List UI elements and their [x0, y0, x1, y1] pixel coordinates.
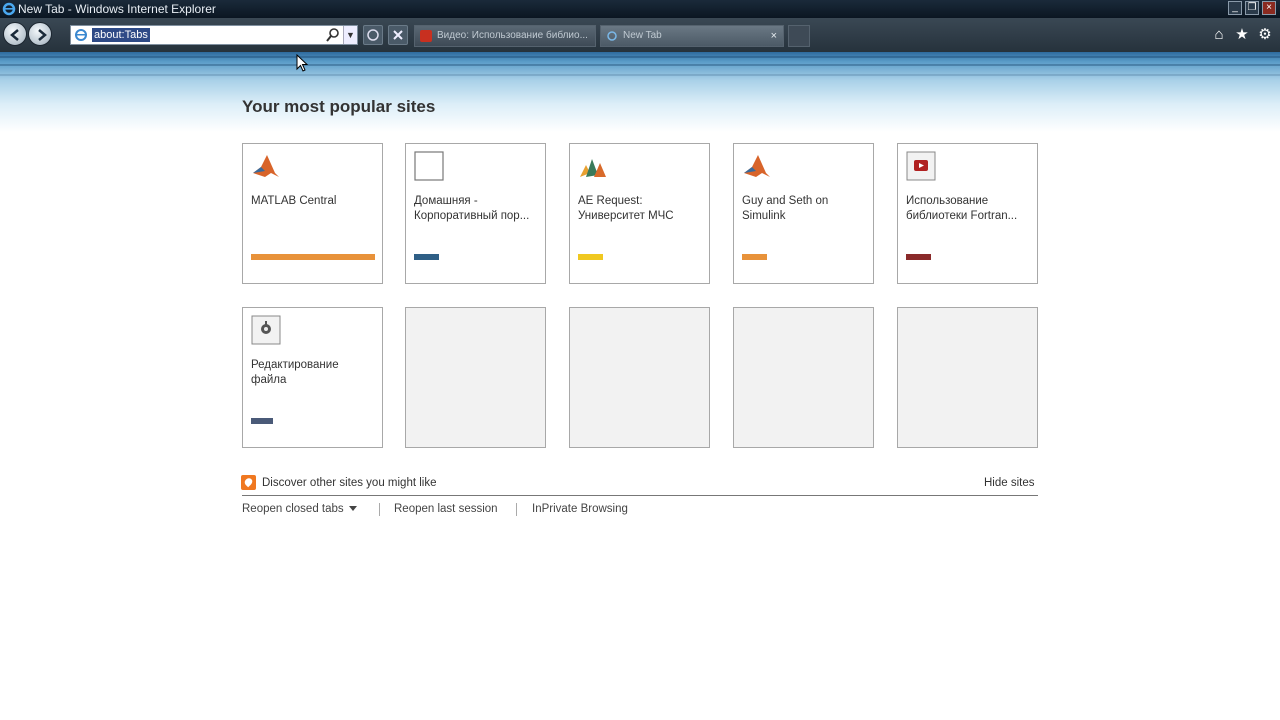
matlab-icon — [742, 151, 772, 181]
banner-stripe — [0, 56, 1280, 58]
tab-label: New Tab — [623, 30, 662, 41]
new-tab-button[interactable] — [788, 25, 810, 47]
empty-site-tile — [569, 307, 710, 448]
navigation-bar: about:Tabs ▼ Видео: Использование библио… — [0, 18, 1280, 52]
site-tile[interactable]: Guy and Seth on Simulink — [733, 143, 874, 284]
separator — [379, 503, 380, 516]
address-text[interactable]: about:Tabs — [92, 28, 150, 42]
reopen-closed-tabs-label: Reopen closed tabs — [242, 503, 344, 515]
restore-button[interactable]: ❐ — [1245, 1, 1259, 15]
back-arrow-icon — [10, 29, 19, 41]
reopen-last-session-link[interactable]: Reopen last session — [394, 503, 498, 515]
title-bar: New Tab - Windows Internet Explorer _ ❐ … — [0, 0, 1280, 18]
forward-arrow-icon — [38, 29, 47, 41]
site-tile-label: Домашняя - Корпоративный пор... — [414, 195, 530, 222]
favorites-star-icon[interactable]: ★ — [1233, 26, 1251, 44]
site-tile[interactable]: Редактирование файла — [242, 307, 383, 448]
youtube-icon — [906, 151, 936, 181]
banner-stripe — [0, 64, 1280, 66]
chevron-down-icon — [348, 506, 357, 512]
matlab-variant-icon — [578, 151, 608, 181]
activity-bar — [414, 254, 439, 260]
stop-button[interactable] — [388, 25, 408, 45]
forward-button[interactable] — [28, 22, 52, 46]
blank-page-icon — [414, 151, 444, 181]
page-title: Your most popular sites — [242, 97, 436, 116]
activity-bar — [742, 254, 767, 260]
site-tile-label: Использование библиотеки Fortran... — [906, 195, 1018, 222]
activity-bar — [906, 254, 931, 260]
tab-label: Видео: Использование библио... — [437, 30, 588, 41]
tab-new-tab[interactable]: New Tab × — [600, 25, 784, 47]
empty-site-tile — [405, 307, 546, 448]
ie-page-icon — [75, 29, 87, 41]
tools-gear-icon[interactable]: ⚙ — [1256, 26, 1274, 44]
site-tile[interactable]: Использование библиотеки Fortran... — [897, 143, 1038, 284]
ie-logo-icon — [2, 2, 16, 16]
empty-site-tile — [733, 307, 874, 448]
header-banner — [0, 52, 1280, 132]
site-tile[interactable]: Домашняя - Корпоративный пор... — [405, 143, 546, 284]
matlab-icon — [251, 151, 281, 181]
back-button[interactable] — [3, 22, 27, 46]
edit-file-icon — [251, 315, 281, 345]
reopen-closed-tabs-link[interactable]: Reopen closed tabs — [242, 503, 357, 515]
compatibility-icon — [367, 29, 379, 41]
site-tile-label: Редактирование файла — [251, 359, 339, 386]
site-tile-label: Guy and Seth on Simulink — [742, 195, 829, 222]
site-tile-label: MATLAB Central — [251, 195, 337, 207]
address-bar[interactable]: about:Tabs ▼ — [70, 25, 358, 45]
activity-bar — [251, 418, 273, 424]
minimize-button[interactable]: _ — [1228, 1, 1242, 15]
address-dropdown-button[interactable]: ▼ — [343, 26, 357, 44]
site-tile-label: AE Request: Университет МЧС — [578, 195, 674, 222]
activity-bar — [251, 254, 375, 260]
empty-site-tile — [897, 307, 1038, 448]
close-window-button[interactable]: × — [1262, 1, 1276, 15]
discover-sites-link[interactable]: Discover other sites you might like — [262, 477, 436, 489]
inprivate-browsing-link[interactable]: InPrivate Browsing — [532, 503, 628, 515]
home-icon[interactable]: ⌂ — [1210, 26, 1228, 44]
tab-video[interactable]: Видео: Использование библио... — [414, 25, 596, 47]
window-title: New Tab - Windows Internet Explorer — [18, 2, 216, 16]
activity-bar — [578, 254, 603, 260]
compatibility-view-button[interactable] — [363, 25, 383, 45]
mouse-cursor-icon — [296, 54, 309, 72]
separator — [516, 503, 517, 516]
banner-stripe — [0, 74, 1280, 76]
ie-favicon-icon — [607, 31, 617, 41]
site-tile[interactable]: AE Request: Университет МЧС — [569, 143, 710, 284]
suggested-sites-icon[interactable] — [241, 475, 256, 490]
divider — [242, 495, 1038, 496]
stop-x-icon — [393, 30, 403, 40]
site-tile[interactable]: MATLAB Central — [242, 143, 383, 284]
search-icon[interactable] — [325, 27, 341, 43]
youtube-favicon-icon — [420, 30, 432, 42]
tab-close-button[interactable]: × — [771, 26, 777, 46]
hide-sites-link[interactable]: Hide sites — [984, 477, 1035, 489]
